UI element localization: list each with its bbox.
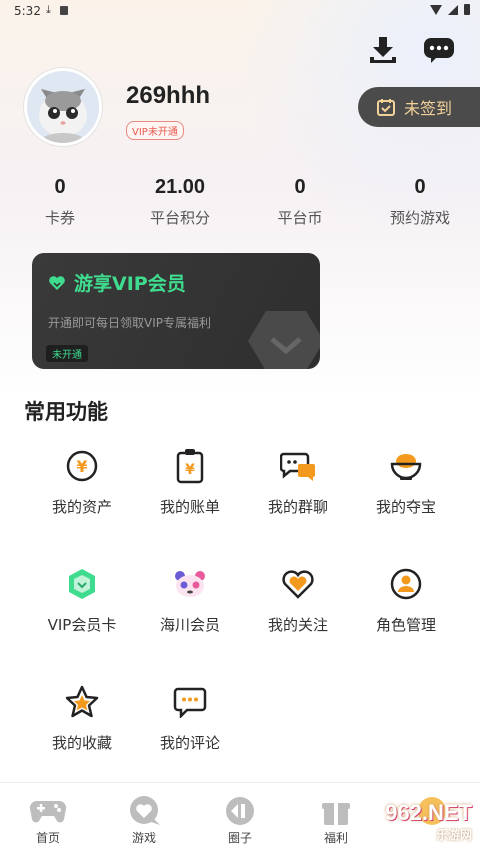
stat-label: 平台积分 (149, 209, 210, 227)
stat-value: 0 (294, 176, 306, 198)
gamepad-icon (29, 801, 67, 823)
group-chat-icon (280, 452, 315, 481)
watermark: 962.NET 乐游网 (385, 800, 472, 843)
func-my-bill[interactable]: ¥ 我的账单 (136, 446, 244, 564)
signin-label: 未签到 (404, 99, 453, 118)
battery-icon (464, 4, 470, 15)
yen-coin-icon: ¥ (66, 450, 98, 482)
comment-icon (173, 687, 207, 718)
stat-label: 预约游戏 (389, 209, 450, 227)
status-bar: 5:32 ⤓ (0, 0, 480, 22)
func-haichuan-member[interactable]: 海川会员 (136, 564, 244, 682)
func-my-following[interactable]: 我的关注 (244, 564, 352, 682)
signin-button[interactable]: 未签到 (358, 87, 480, 127)
download-icon (370, 37, 396, 63)
star-icon (65, 685, 99, 718)
vip-heart-icon (49, 275, 65, 290)
username: 269hhh (126, 82, 211, 109)
gift-icon (322, 803, 350, 825)
func-label: 海川会员 (159, 616, 220, 634)
func-my-group-chat[interactable]: 我的群聊 (244, 446, 352, 564)
stats-row: 0 卡券 21.00 平台积分 0 平台币 0 预约游戏 (0, 176, 480, 228)
nav-label: 游戏 (131, 831, 156, 845)
calendar-check-icon (377, 99, 395, 116)
vip-card-title: 游享VIP会员 (74, 273, 186, 295)
nav-label: 圈子 (227, 831, 252, 845)
avatar[interactable] (24, 68, 102, 146)
wifi-icon (430, 4, 442, 15)
nav-circle[interactable]: 圈子 (192, 783, 288, 853)
func-label: 我的账单 (159, 498, 220, 516)
func-my-assets[interactable]: ¥ 我的资产 (28, 446, 136, 564)
signal-icon (448, 4, 458, 15)
download-status-icon: ⤓ (46, 3, 51, 16)
vip-card-description: 开通即可每日领取VIP专属福利 (48, 316, 211, 330)
panda-icon (175, 571, 205, 597)
notification-status-icon (60, 6, 68, 15)
func-my-treasure[interactable]: 我的夺宝 (352, 446, 460, 564)
cat-avatar-icon (27, 71, 99, 143)
section-title: 常用功能 (24, 400, 108, 424)
bill-icon: ¥ (176, 449, 204, 484)
function-grid: ¥ 我的资产 ¥ 我的账单 我的群聊 我的夺宝 VIP会员卡 海川会员 我的关注… (0, 446, 480, 800)
download-button[interactable] (366, 34, 400, 66)
circle-icon (226, 797, 254, 825)
stat-value: 21.00 (154, 176, 206, 198)
watermark-main: 962.NET (385, 800, 472, 825)
stat-coupons[interactable]: 0 卡券 (0, 176, 120, 228)
stat-coins[interactable]: 0 平台币 (240, 176, 360, 228)
stat-reserved-games[interactable]: 0 预约游戏 (360, 176, 480, 228)
top-actions (366, 34, 456, 66)
heart-icon (282, 570, 314, 599)
func-label: 我的夺宝 (375, 498, 436, 516)
vip-card-icon (69, 569, 95, 599)
func-label: 我的收藏 (51, 734, 112, 752)
stat-label: 卡券 (44, 209, 75, 227)
message-button[interactable] (422, 34, 456, 66)
stat-label: 平台币 (277, 209, 323, 227)
func-vip-card[interactable]: VIP会员卡 (28, 564, 136, 682)
func-role-management[interactable]: 角色管理 (352, 564, 460, 682)
func-label: VIP会员卡 (47, 616, 117, 634)
func-label: 角色管理 (375, 616, 436, 634)
func-label: 我的关注 (267, 616, 328, 634)
nav-welfare[interactable]: 福利 (288, 783, 384, 853)
vip-card-title-row: 游享VIP会员 (48, 269, 186, 296)
user-role-icon (390, 568, 422, 600)
watermark-sub: 乐游网 (435, 828, 472, 842)
vip-card[interactable]: 游享VIP会员 开通即可每日领取VIP专属福利 未开通 (32, 253, 320, 369)
stat-points[interactable]: 21.00 平台积分 (120, 176, 240, 228)
treasure-bowl-icon (390, 454, 422, 480)
stat-value: 0 (54, 176, 66, 198)
func-label: 我的评论 (159, 734, 220, 752)
status-time: 5:32 (14, 4, 41, 18)
svg-text:¥: ¥ (185, 462, 195, 478)
nav-games[interactable]: 游戏 (96, 783, 192, 853)
func-label: 我的群聊 (267, 498, 328, 516)
nav-home[interactable]: 首页 (0, 783, 96, 853)
vip-status-badge: VIP未开通 (126, 121, 184, 140)
heart-bubble-icon (130, 796, 160, 825)
vip-hex-decoration-icon (248, 311, 320, 369)
message-icon (424, 38, 454, 63)
vip-card-badge: 未开通 (46, 345, 88, 362)
func-label: 我的资产 (51, 498, 112, 516)
svg-text:¥: ¥ (76, 457, 87, 476)
nav-label: 首页 (35, 831, 60, 845)
stat-value: 0 (414, 176, 426, 198)
nav-label: 福利 (323, 831, 348, 845)
